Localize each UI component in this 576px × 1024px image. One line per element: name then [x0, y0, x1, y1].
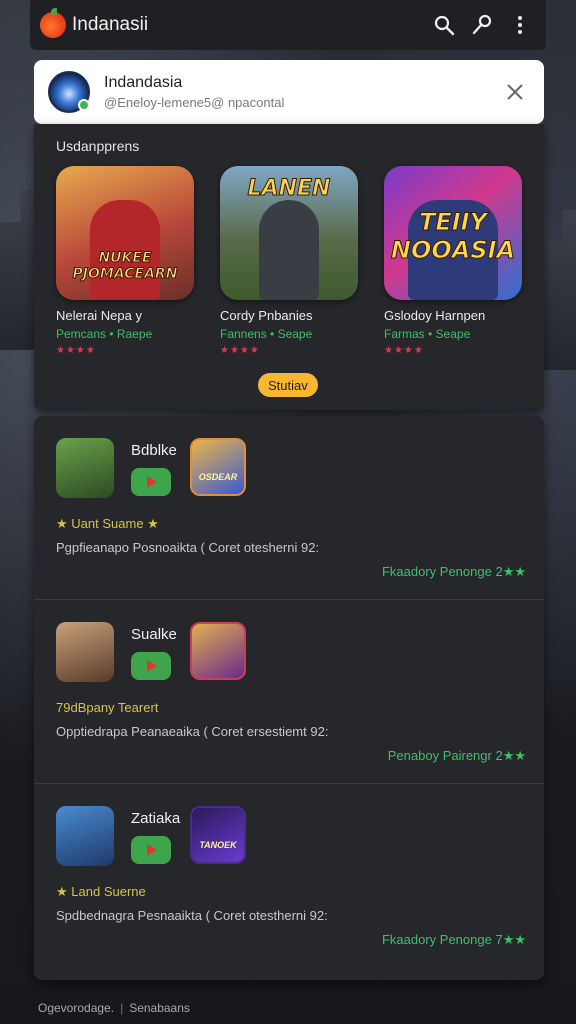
game-meta: Fkaadory Penonge 7★★	[381, 932, 526, 947]
list-item[interactable]: Sualke 79dBpany Tearert Opptiedrapa Pean…	[34, 600, 544, 784]
featured-game-2[interactable]: LANEN Cordy Pnbanies Fannens • Seape ★★★…	[220, 166, 358, 356]
play-button[interactable]	[131, 468, 171, 496]
game-tag: 79dBpany Tearert	[56, 700, 159, 715]
game-art[interactable]: LANEN	[220, 166, 358, 300]
play-icon	[147, 660, 157, 672]
game-category: Farmas • Seape	[384, 327, 471, 341]
game-category: Pemcans • Raepe	[56, 327, 153, 341]
game-tile[interactable]: TANOEK	[190, 806, 246, 864]
game-tile[interactable]	[190, 622, 246, 680]
rating-stars: ★★	[502, 932, 526, 947]
key-button[interactable]	[466, 9, 498, 41]
game-description: Spdbednagra Pesnaaikta ( Coret otesthern…	[56, 908, 328, 923]
more-options-button[interactable]	[504, 9, 536, 41]
footer-link-right[interactable]: Senabaans	[129, 1001, 190, 1015]
star-icon: ★	[143, 516, 159, 531]
game-art-logo: TEIIY NOOASIA	[390, 208, 516, 265]
search-button[interactable]	[428, 9, 460, 41]
game-art-logo: LANEN	[247, 176, 331, 202]
avatar	[48, 71, 90, 113]
rating-stars: ★★	[502, 748, 526, 763]
list-item[interactable]: Zatiaka TANOEK ★ Land Suerne Spdbednagra…	[34, 784, 544, 968]
account-email: @Eneloy-lemene5@ npacontal	[104, 95, 285, 110]
star-icon: ★	[56, 884, 72, 899]
featured-game-3[interactable]: TEIIY NOOASIA Gslodoy Harnpen Farmas • S…	[384, 166, 522, 356]
game-category: Fannens • Seape	[220, 327, 313, 341]
game-art[interactable]: NUKEE PJOMACEARN	[56, 166, 194, 300]
close-button[interactable]	[500, 77, 530, 107]
account-card[interactable]: Indandasia @Eneloy-lemene5@ npacontal	[34, 60, 544, 124]
app-title: Indanasii	[72, 14, 149, 35]
game-thumbnail[interactable]	[56, 438, 114, 498]
character-art	[259, 200, 319, 300]
rating-stars: ★★★★	[56, 345, 96, 356]
featured-panel: Usdanpprens NUKEE PJOMACEARN Nelerai Nep…	[34, 124, 544, 410]
game-tag: ★ Uant Suame ★	[56, 516, 159, 531]
rating-stars: ★★	[502, 564, 526, 579]
game-list: Bdblke OSDEAR ★ Uant Suame ★ Pgpfieanapo…	[34, 416, 544, 980]
play-icon	[147, 844, 157, 856]
top-app-bar: Indanasii	[30, 0, 546, 50]
game-meta: Fkaadory Penonge 2★★	[381, 564, 526, 579]
game-meta: Penaboy Pairengr 2★★	[387, 748, 526, 763]
featured-game-1[interactable]: NUKEE PJOMACEARN Nelerai Nepa y Pemcans …	[56, 166, 194, 356]
game-tag: ★ Land Suerne	[56, 884, 146, 899]
list-item[interactable]: Bdblke OSDEAR ★ Uant Suame ★ Pgpfieanapo…	[34, 416, 544, 600]
more-vert-icon	[518, 16, 522, 34]
game-tile-logo: OSDEAR	[198, 472, 238, 482]
star-icon: ★	[56, 516, 72, 531]
game-art[interactable]: TEIIY NOOASIA	[384, 166, 522, 300]
rating-stars: ★★★★	[220, 345, 260, 356]
game-thumbnail[interactable]	[56, 622, 114, 682]
footer-link-left[interactable]: Ogevorodage.	[38, 1001, 114, 1015]
close-icon	[507, 84, 523, 100]
show-more-button[interactable]: Stutiav	[258, 373, 318, 397]
game-tile[interactable]: OSDEAR	[190, 438, 246, 496]
section-title: Usdanpprens	[56, 138, 140, 154]
game-name: Gslodoy Harnpen	[384, 308, 486, 323]
play-button[interactable]	[131, 652, 171, 680]
footer: Ogevorodage. | Senabaans	[38, 1001, 190, 1015]
game-name: Bdblke	[131, 442, 177, 459]
game-thumbnail[interactable]	[56, 806, 114, 866]
game-art-logo: NUKEE PJOMACEARN	[72, 250, 178, 283]
play-icon	[147, 476, 157, 488]
online-badge	[78, 99, 90, 111]
account-name: Indandasia	[104, 74, 183, 91]
game-description: Pgpfieanapo Posnoaikta ( Coret otesherni…	[56, 540, 320, 555]
app-logo-icon[interactable]	[40, 8, 66, 38]
game-tile-logo: TANOEK	[199, 840, 237, 850]
key-icon	[472, 14, 492, 35]
footer-separator: |	[120, 1001, 124, 1015]
rating-stars: ★★★★	[384, 345, 424, 356]
game-name: Zatiaka	[131, 810, 181, 827]
game-name: Cordy Pnbanies	[220, 308, 313, 323]
search-icon	[434, 15, 455, 36]
game-name: Sualke	[131, 626, 177, 643]
game-name: Nelerai Nepa y	[56, 308, 142, 323]
play-button[interactable]	[131, 836, 171, 864]
game-description: Opptiedrapa Peanaeaika ( Coret ersestiem…	[56, 724, 329, 739]
